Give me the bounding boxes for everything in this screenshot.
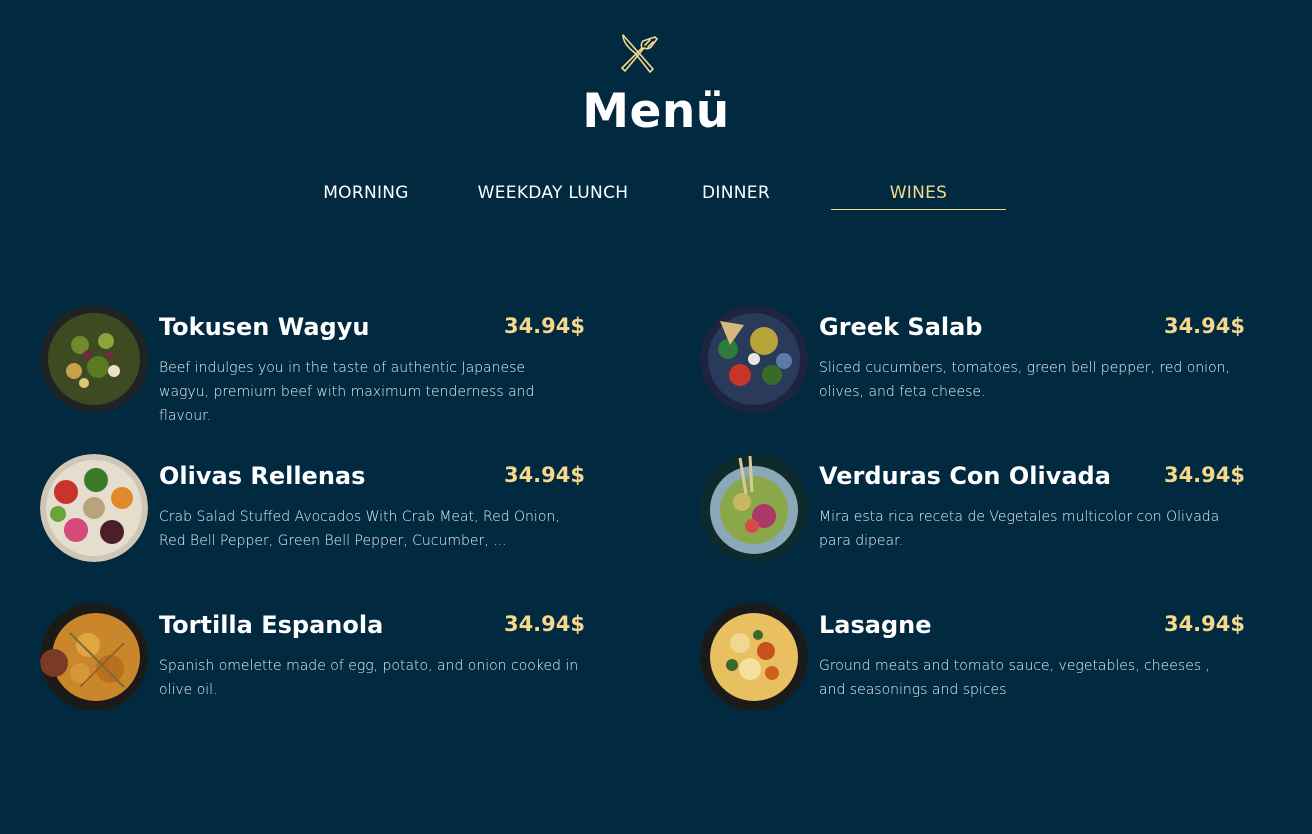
menu-page: Menü MORNING WEEKDAY LUNCH DINNER WINES … [0, 0, 1312, 834]
dish-price: 34.94$ [1163, 314, 1245, 338]
dish-image [40, 454, 148, 562]
dish-name: Verduras Con Olivada [819, 462, 1111, 490]
tab-weekday-lunch[interactable]: WEEKDAY LUNCH [462, 178, 644, 210]
dish-description: Mira esta rica receta de Vegetales multi… [819, 509, 1220, 549]
tab-morning[interactable]: MORNING [300, 178, 432, 210]
dish-name: Tokusen Wagyu [159, 313, 370, 341]
dish-image [40, 305, 148, 413]
dish-image [40, 603, 148, 711]
dish-name: Lasagne [819, 611, 932, 639]
menu-tabs: MORNING WEEKDAY LUNCH DINNER WINES [0, 178, 1312, 212]
page-title: Menü [582, 84, 730, 139]
dish-description: Ground meats and tomato sauce, vegetable… [819, 658, 1210, 698]
dish-name: Olivas Rellenas [159, 462, 366, 490]
dish-name: Greek Salab [819, 313, 983, 341]
dish-price: 34.94$ [503, 463, 585, 487]
fork-knife-icon [621, 34, 658, 73]
menu-item: Greek Salab 34.94$ Sliced cucumbers, tom… [700, 305, 1245, 415]
tab-wines[interactable]: WINES [831, 178, 1006, 210]
dish-description: Spanish omelette made of egg, potato, an… [159, 658, 579, 698]
dish-image [700, 305, 808, 413]
dish-description: Crab Salad Stuffed Avocados With Crab Me… [159, 509, 560, 549]
dish-price: 34.94$ [1163, 612, 1245, 636]
menu-item: Olivas Rellenas 34.94$ Crab Salad Stuffe… [40, 454, 585, 564]
dish-description: Sliced cucumbers, tomatoes, green bell p… [819, 360, 1230, 400]
dish-price: 34.94$ [1163, 463, 1245, 487]
menu-item: Lasagne 34.94$ Ground meats and tomato s… [700, 603, 1245, 713]
dish-image [700, 454, 808, 562]
menu-item: Tokusen Wagyu 34.94$ Beef indulges you i… [40, 305, 585, 424]
dish-image [700, 603, 808, 711]
dish-price: 34.94$ [503, 314, 585, 338]
dish-name: Tortilla Espanola [159, 611, 384, 639]
dish-price: 34.94$ [503, 612, 585, 636]
tab-dinner[interactable]: DINNER [670, 178, 802, 210]
menu-item: Verduras Con Olivada 34.94$ Mira esta ri… [700, 454, 1245, 564]
dish-description: Beef indulges you in the taste of authen… [159, 360, 535, 424]
menu-item: Tortilla Espanola 34.94$ Spanish omelett… [40, 603, 585, 713]
